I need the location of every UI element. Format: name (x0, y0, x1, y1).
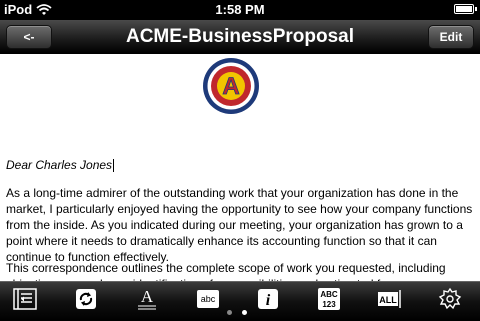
spellcheck-icon-glyph: abc (201, 294, 216, 304)
text-select-icon-glyph: ALL (379, 295, 397, 305)
settings-icon[interactable] (437, 286, 463, 312)
battery-level (456, 6, 472, 12)
back-button[interactable]: <- (6, 25, 52, 49)
document-content[interactable]: A Dear Charles Jones As a long-time admi… (0, 54, 480, 281)
body-paragraph: This correspondence outlines the complet… (6, 261, 446, 281)
status-bar: iPod 1:58 PM (0, 0, 480, 20)
page-dot-active (242, 310, 247, 315)
rotate-icon[interactable] (73, 286, 99, 312)
logo-letter: A (222, 73, 239, 100)
document-title: ACME-BusinessProposal (125, 26, 355, 47)
svg-text:ABC: ABC (320, 290, 338, 299)
edit-button[interactable]: Edit (428, 25, 474, 49)
info-icon[interactable]: i (255, 286, 281, 312)
status-clock: 1:58 PM (215, 2, 265, 17)
body-paragraph: As a long-time admirer of the outstandin… (6, 186, 473, 264)
info-icon-glyph: i (266, 292, 271, 309)
text-cursor (113, 159, 115, 173)
word-count-icon[interactable]: ABC 123 (316, 286, 342, 312)
outline-icon[interactable] (12, 286, 38, 312)
battery-icon (454, 4, 477, 14)
acme-logo: A (203, 58, 259, 114)
font-icon-glyph: A (141, 287, 154, 306)
page-dot (227, 310, 232, 315)
spellcheck-icon[interactable]: abc (195, 286, 221, 312)
navigation-bar: <- ACME-BusinessProposal Edit (0, 20, 480, 54)
text-select-icon[interactable]: ALL (377, 286, 403, 312)
bottom-toolbar: A abc i ABC 123 ALL (0, 281, 480, 321)
salutation-text: Dear Charles Jones (6, 158, 113, 172)
font-icon[interactable]: A (134, 286, 160, 312)
page-indicator[interactable] (227, 310, 247, 315)
salutation-line: Dear Charles Jones (6, 158, 115, 173)
svg-text:123: 123 (322, 300, 336, 309)
